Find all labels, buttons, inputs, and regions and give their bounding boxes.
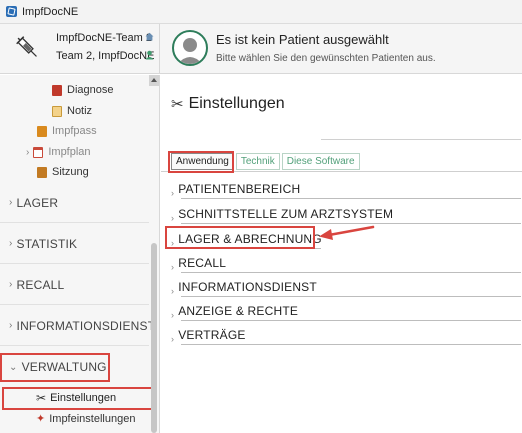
patient-status-title: Es ist kein Patient ausgewählt — [216, 32, 389, 47]
sidebar-item-sitzung[interactable]: Sitzung — [37, 166, 89, 178]
tab-anwendung[interactable]: Anwendung — [171, 153, 234, 170]
sidebar-item-label: Impfeinstellungen — [49, 412, 136, 425]
sidebar-item-diagnose[interactable]: Diagnose — [52, 84, 113, 96]
header: ImpfDocNE-Team 2 Team 2, ImpfDocNE Es is… — [0, 24, 522, 74]
tab-diese-software[interactable]: Diese Software — [281, 153, 360, 170]
sidebar-section-verwaltung[interactable]: ⌄ VERWALTUNG — [0, 347, 149, 387]
accordion-label: LAGER & ABRECHNUNG — [178, 232, 322, 246]
heading-divider — [321, 139, 521, 140]
vaccination-pass-icon — [37, 125, 47, 137]
sidebar-section-label: INFORMATIONSDIENST — [16, 318, 156, 333]
sidebar-section-statistik[interactable]: › STATISTIK — [0, 224, 149, 264]
sidebar-item-label: Notiz — [67, 105, 93, 117]
sidebar: Diagnose Notiz Impfpass › Impfplan Sitzu… — [0, 75, 160, 433]
vaccination-plan-icon — [33, 146, 44, 158]
tabs-divider — [161, 171, 522, 172]
scroll-thumb[interactable] — [151, 243, 157, 433]
sidebar-item-impfeinstellungen[interactable]: ✦ Impfeinstellungen — [36, 412, 136, 426]
sidebar-item-label: Impfplan — [48, 146, 91, 158]
chevron-right-icon: › — [9, 197, 13, 208]
sidebar-item-label: Impfpass — [52, 125, 97, 137]
accordion-label: ANZEIGE & RECHTE — [178, 304, 299, 318]
sidebar-item-impfpass[interactable]: Impfpass — [37, 125, 97, 137]
accordion-label: RECALL — [178, 256, 227, 270]
person-icon[interactable] — [145, 50, 154, 60]
note-icon — [52, 105, 62, 117]
chevron-right-icon: › — [9, 320, 13, 331]
chevron-right-icon: › — [171, 310, 175, 320]
session-icon — [37, 166, 47, 178]
chevron-right-icon[interactable]: › — [26, 147, 29, 158]
sidebar-item-impfplan[interactable]: › Impfplan — [26, 146, 91, 158]
chevron-right-icon: › — [9, 279, 13, 290]
accordion-label: SCHNITTSTELLE ZUM ARZTSYSTEM — [178, 207, 394, 221]
patient-placeholder-icon — [177, 38, 203, 64]
sidebar-section-informationsdienst[interactable]: › INFORMATIONSDIENST — [0, 306, 155, 346]
patient-status-hint: Bitte wählen Sie den gewünschten Patient… — [216, 53, 436, 64]
chevron-right-icon: › — [171, 262, 175, 272]
accordion-patientenbereich[interactable]: › PATIENTENBEREICH — [171, 175, 521, 199]
sidebar-item-label: Diagnose — [67, 84, 114, 96]
sidebar-item-label: Sitzung — [52, 166, 89, 178]
tools-icon: ✂ — [36, 391, 47, 405]
sidebar-item-label: Einstellungen — [50, 392, 117, 404]
chevron-right-icon: › — [171, 188, 175, 198]
window-title: ImpfDocNE — [22, 5, 79, 18]
sidebar-section-label: LAGER — [16, 195, 59, 210]
chevron-down-icon: ⌄ — [9, 361, 18, 373]
home-icon[interactable] — [145, 32, 154, 41]
syringe-icon — [16, 36, 37, 57]
accordion-label: VERTRÄGE — [178, 328, 246, 342]
sidebar-section-recall[interactable]: › RECALL — [0, 265, 149, 305]
settings-tabs: Anwendung Technik Diese Software — [171, 153, 362, 170]
tab-technik[interactable]: Technik — [235, 153, 280, 170]
page-title: ✂ Einstellungen — [171, 95, 285, 113]
diagnose-icon — [52, 84, 62, 96]
accordion-vertraege[interactable]: › VERTRÄGE — [171, 321, 521, 345]
chevron-right-icon: › — [9, 238, 13, 249]
title-bar: ImpfDocNE — [0, 0, 522, 24]
accordion-anzeige-rechte[interactable]: › ANZEIGE & RECHTE — [171, 297, 521, 321]
app-window: ImpfDocNE ImpfDocNE-Team 2 Team 2, ImpfD… — [0, 0, 522, 433]
user-panel[interactable]: ImpfDocNE-Team 2 Team 2, ImpfDocNE — [0, 24, 160, 74]
accordion-divider — [181, 344, 521, 345]
sidebar-section-label: STATISTIK — [16, 236, 78, 251]
accordion-recall[interactable]: › RECALL — [171, 249, 521, 273]
patient-avatar — [172, 30, 208, 66]
page-title-text: Einstellungen — [188, 95, 285, 112]
accordion-label: INFORMATIONSDIENST — [178, 280, 317, 294]
vaccine-settings-icon: ✦ — [36, 413, 46, 425]
sidebar-section-label: VERWALTUNG — [21, 360, 107, 374]
user-team-name: ImpfDocNE-Team 2 — [56, 32, 152, 44]
sidebar-item-einstellungen[interactable]: ✂ Einstellungen — [36, 391, 116, 405]
chevron-right-icon: › — [171, 213, 175, 223]
annotation-arrow-icon — [319, 225, 375, 240]
sidebar-item-notiz[interactable]: Notiz — [52, 105, 92, 117]
main-content: ✂ Einstellungen Anwendung Technik Diese … — [161, 75, 522, 433]
chevron-right-icon: › — [171, 286, 175, 296]
chevron-right-icon: › — [171, 334, 175, 344]
sidebar-scrollbar[interactable] — [149, 75, 159, 433]
sidebar-section-label: RECALL — [16, 277, 65, 292]
app-logo-icon — [6, 6, 17, 17]
scroll-up-icon[interactable] — [149, 75, 159, 86]
accordion-informationsdienst[interactable]: › INFORMATIONSDIENST — [171, 273, 521, 297]
accordion-label: PATIENTENBEREICH — [178, 182, 301, 196]
accordion-divider — [181, 198, 521, 199]
sidebar-section-lager[interactable]: › LAGER — [0, 183, 149, 223]
tools-icon: ✂ — [171, 96, 184, 113]
chevron-right-icon: › — [171, 238, 175, 248]
user-name: Team 2, ImpfDocNE — [56, 50, 155, 62]
